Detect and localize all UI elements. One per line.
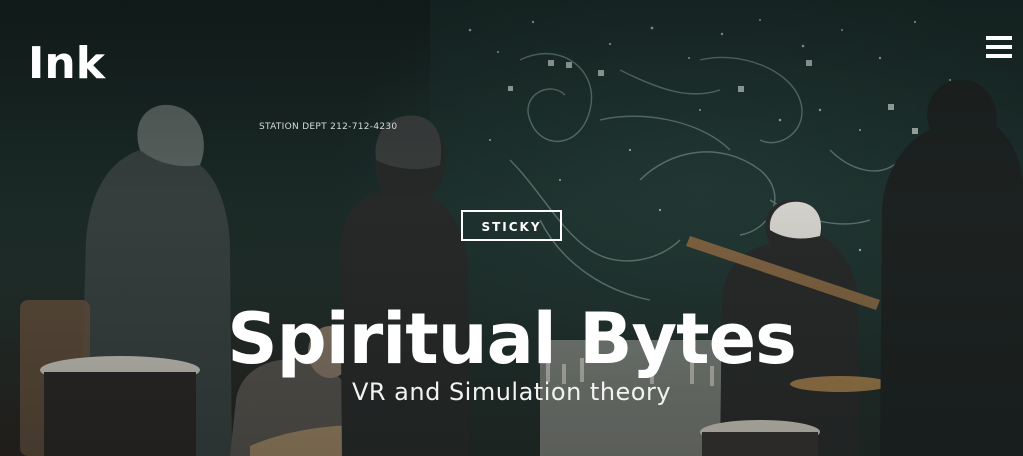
menu-bar-bottom [986, 54, 1012, 58]
hero-section: STATION DEPT 212-712-4230 Ink STICKY Spi… [0, 0, 1023, 456]
hero-subtitle: VR and Simulation theory [351, 378, 672, 406]
hero-content: STICKY Spiritual Bytes VR and Simulation… [0, 210, 1023, 409]
menu-bar-top [986, 36, 1012, 40]
sticky-tag-button[interactable]: STICKY [461, 210, 562, 241]
site-logo[interactable]: Ink [28, 36, 105, 92]
hamburger-menu-icon[interactable] [986, 36, 1012, 58]
mural-station-text: STATION DEPT 212-712-4230 [259, 122, 398, 132]
hero-title[interactable]: Spiritual Bytes [0, 297, 1023, 381]
menu-bar-middle [986, 45, 1012, 49]
